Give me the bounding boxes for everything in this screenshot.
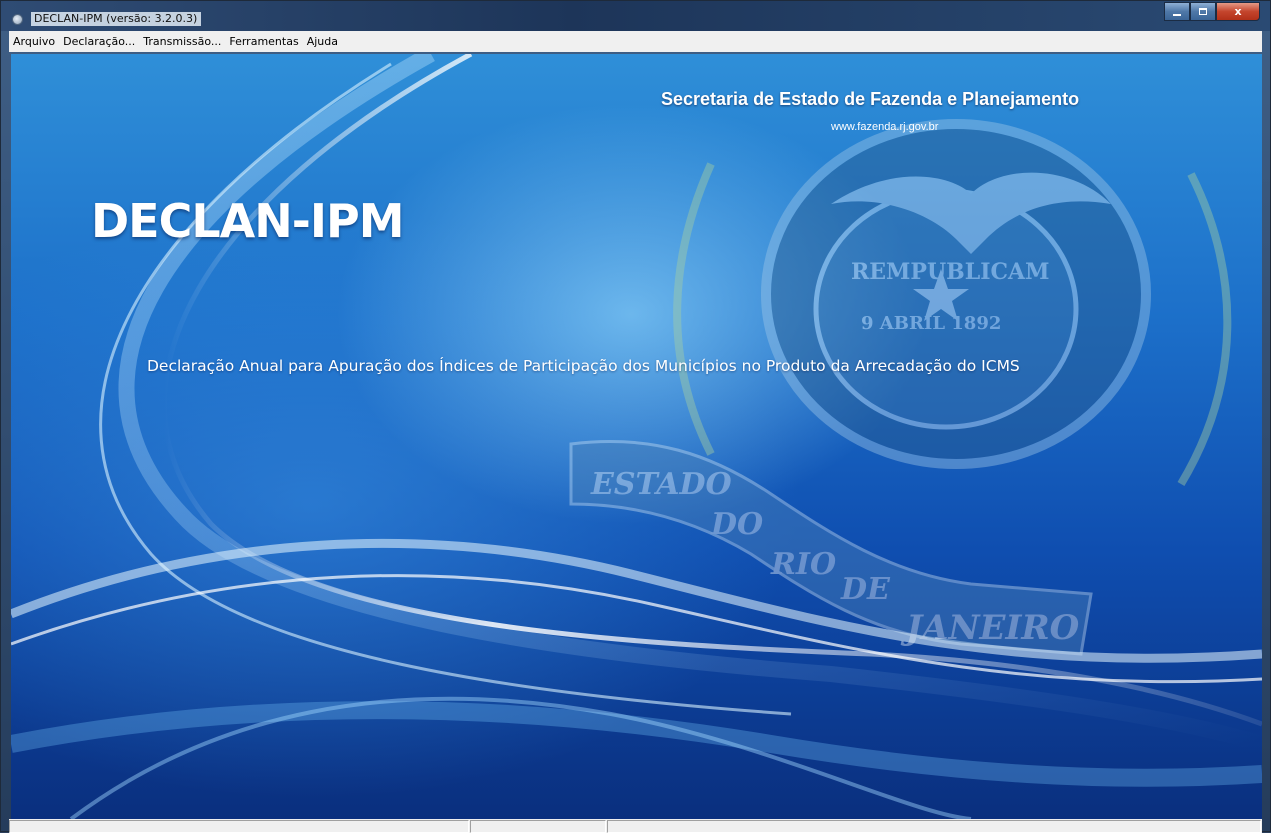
status-bar bbox=[9, 819, 1262, 833]
splash-area: REMPUBLICAM 9 ABRIL 1892 ESTADO DO RIO D… bbox=[11, 54, 1262, 819]
menu-declaracao[interactable]: Declaração... bbox=[59, 31, 139, 52]
ribbon-word-2: DO bbox=[710, 507, 763, 542]
app-description: Declaração Anual para Apuração dos Índic… bbox=[147, 357, 1020, 375]
app-icon[interactable] bbox=[12, 14, 23, 25]
splash-background-art: REMPUBLICAM 9 ABRIL 1892 ESTADO DO RIO D… bbox=[11, 54, 1262, 819]
app-window: DECLAN-IPM (versão: 3.2.0.3) x Arquivo D… bbox=[0, 0, 1271, 833]
status-panel-3 bbox=[607, 820, 1261, 833]
seal-upper-text: REMPUBLICAM bbox=[851, 259, 1049, 285]
close-button[interactable]: x bbox=[1216, 2, 1260, 21]
website-url: www.fazenda.rj.gov.br bbox=[831, 121, 939, 133]
menu-ajuda[interactable]: Ajuda bbox=[303, 31, 342, 52]
org-name: Secretaria de Estado de Fazenda e Planej… bbox=[661, 89, 1080, 109]
ribbon-word-4: DE bbox=[840, 572, 891, 607]
title-bar[interactable]: DECLAN-IPM (versão: 3.2.0.3) x bbox=[1, 1, 1270, 31]
maximize-button[interactable] bbox=[1190, 2, 1216, 21]
ribbon-word-1: ESTADO bbox=[590, 467, 732, 502]
window-title: DECLAN-IPM (versão: 3.2.0.3) bbox=[31, 12, 202, 26]
status-panel-2 bbox=[470, 820, 606, 833]
seal-watermark: REMPUBLICAM 9 ABRIL 1892 ESTADO DO RIO D… bbox=[569, 119, 1232, 656]
ribbon-word-3: RIO bbox=[770, 547, 836, 582]
seal-date: 9 ABRIL 1892 bbox=[861, 313, 1001, 334]
window-controls: x bbox=[1164, 2, 1260, 21]
menu-transmissao[interactable]: Transmissão... bbox=[139, 31, 225, 52]
menu-arquivo[interactable]: Arquivo bbox=[9, 31, 59, 52]
status-panel-1 bbox=[9, 820, 469, 833]
ribbon-word-5: JANEIRO bbox=[900, 608, 1080, 648]
close-icon: x bbox=[1234, 5, 1242, 18]
maximize-icon bbox=[1199, 8, 1207, 15]
menu-bar: Arquivo Declaração... Transmissão... Fer… bbox=[9, 31, 1262, 52]
minimize-icon bbox=[1173, 13, 1181, 16]
app-title: DECLAN-IPM bbox=[91, 194, 404, 248]
minimize-button[interactable] bbox=[1164, 2, 1190, 21]
menu-ferramentas[interactable]: Ferramentas bbox=[225, 31, 302, 52]
